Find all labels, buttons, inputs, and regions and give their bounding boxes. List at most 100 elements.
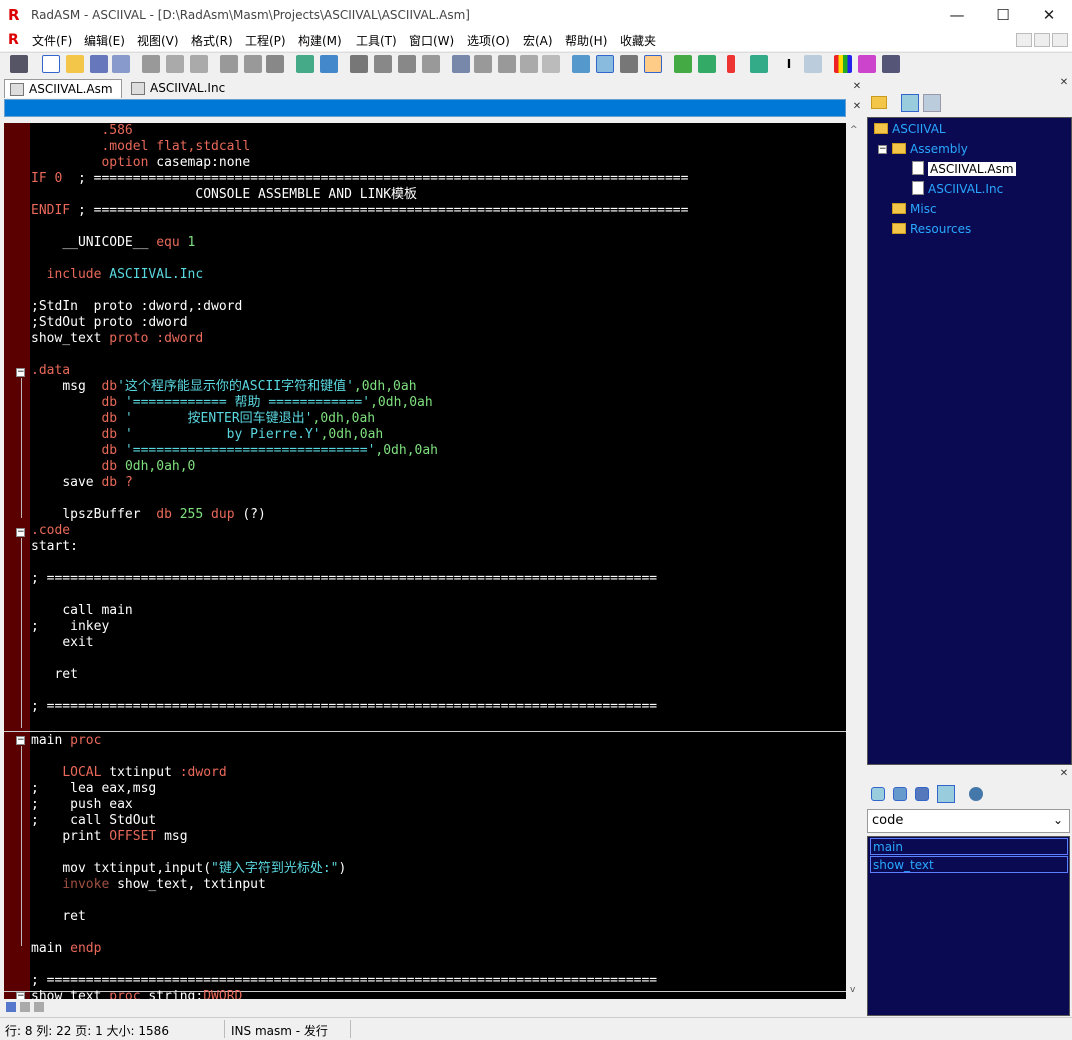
cut-icon[interactable]	[142, 55, 160, 73]
go-icon[interactable]	[727, 55, 735, 73]
text-cursor-icon[interactable]: I	[780, 55, 798, 73]
replace-icon[interactable]	[320, 55, 338, 73]
project-view-icon[interactable]	[923, 94, 941, 112]
open-file-icon[interactable]	[66, 55, 84, 73]
menu-macro[interactable]: 宏(A)	[523, 32, 553, 49]
menu-view[interactable]: 视图(V)	[137, 32, 179, 49]
menu-help[interactable]: 帮助(H)	[565, 32, 607, 49]
code-token: main	[31, 733, 63, 748]
properties-list[interactable]: main show_text	[867, 836, 1070, 1016]
color-picker-icon[interactable]	[858, 55, 876, 73]
tree-root[interactable]: ASCIIVAL	[874, 121, 946, 137]
code-token: db	[101, 443, 118, 458]
menu-format[interactable]: 格式(R)	[191, 32, 233, 49]
comment-icon[interactable]	[498, 55, 516, 73]
color-palette-icon[interactable]	[834, 55, 852, 73]
mdi-close-button[interactable]	[1052, 33, 1068, 47]
properties-view-icon[interactable]	[937, 785, 955, 803]
find-icon[interactable]	[296, 55, 314, 73]
toolbox-icon[interactable]	[620, 55, 638, 73]
properties-view-icon[interactable]	[871, 787, 885, 801]
code-text[interactable]: .586 .model flat,stdcall option casemap:…	[31, 123, 846, 999]
view-mode-icon[interactable]	[6, 1002, 16, 1012]
indent-icon[interactable]	[452, 55, 470, 73]
preview-icon[interactable]	[882, 55, 900, 73]
open-folder-icon[interactable]	[871, 96, 887, 109]
save-all-icon[interactable]	[112, 55, 130, 73]
menu-build[interactable]: 构建(M)	[298, 32, 342, 49]
bookmark-toggle-icon[interactable]	[350, 55, 368, 73]
code-editor[interactable]: − − − − .586 .model flat,stdcall option …	[4, 123, 846, 999]
tree-resources[interactable]: Resources	[892, 221, 971, 237]
clipboard-icon[interactable]	[804, 55, 822, 73]
menu-project[interactable]: 工程(P)	[245, 32, 286, 49]
view-mode-icon[interactable]	[34, 1002, 44, 1012]
tree-file-inc[interactable]: ASCIIVAL.Inc	[912, 181, 1003, 197]
code-token: '=============================='	[124, 443, 376, 458]
properties-type-select[interactable]: code ⌄	[867, 809, 1070, 833]
minimize-button[interactable]: —	[934, 0, 980, 30]
line-gutter[interactable]	[4, 123, 30, 999]
fold-toggle-icon[interactable]: −	[16, 528, 25, 537]
menu-tools[interactable]: 工具(T)	[356, 32, 397, 49]
toggle-project-icon[interactable]	[572, 55, 590, 73]
paste-icon[interactable]	[190, 55, 208, 73]
findbar-close-icon[interactable]: ✕	[852, 102, 862, 112]
tab-asciival-inc[interactable]: ASCIIVAL.Inc	[126, 79, 232, 98]
undo-icon[interactable]	[220, 55, 238, 73]
mdi-restore-button[interactable]	[1034, 33, 1050, 47]
properties-icon[interactable]	[644, 55, 662, 73]
close-button[interactable]: ✕	[1026, 0, 1072, 30]
toggle-output-icon[interactable]	[596, 55, 614, 73]
tab-close-icon[interactable]: ✕	[852, 82, 862, 92]
menu-window[interactable]: 窗口(W)	[409, 32, 454, 49]
properties-view-icon[interactable]	[915, 787, 929, 801]
fold-toggle-icon[interactable]: −	[16, 368, 25, 377]
code-token: ; lea eax,msg	[31, 781, 157, 796]
menu-favorites[interactable]: 收藏夹	[620, 32, 656, 49]
mdi-minimize-button[interactable]	[1016, 33, 1032, 47]
scroll-up-icon[interactable]: ^	[850, 125, 858, 135]
mdi-app-icon[interactable]: R	[8, 32, 19, 48]
copy-icon[interactable]	[166, 55, 184, 73]
scroll-down-icon[interactable]: v	[850, 985, 855, 995]
assemble-icon[interactable]	[674, 55, 692, 73]
fold-toggle-icon[interactable]: −	[16, 992, 25, 999]
save-icon[interactable]	[90, 55, 108, 73]
tree-file-asm[interactable]: ASCIIVAL.Asm	[912, 161, 1016, 177]
properties-view-icon[interactable]	[893, 787, 907, 801]
code-token: ret	[62, 909, 86, 924]
list-item[interactable]: main	[870, 838, 1068, 855]
file-view-icon[interactable]	[901, 94, 919, 112]
panel-close-icon[interactable]: ✕	[1059, 78, 1069, 88]
bookmark-next-icon[interactable]	[374, 55, 392, 73]
tab-asciival-asm[interactable]: ASCIIVAL.Asm	[4, 79, 122, 98]
menu-file[interactable]: 文件(F)	[32, 32, 72, 49]
delete-icon[interactable]	[266, 55, 284, 73]
view-mode-icon[interactable]	[20, 1002, 30, 1012]
maximize-button[interactable]: ☐	[980, 0, 1026, 30]
code-token: ; ======================================…	[77, 171, 689, 186]
run-icon[interactable]	[750, 55, 768, 73]
tree-collapse-icon[interactable]: −	[878, 145, 887, 154]
build-icon[interactable]	[698, 55, 716, 73]
uncomment-icon[interactable]	[520, 55, 538, 73]
fold-toggle-icon[interactable]: −	[16, 736, 25, 745]
refresh-icon[interactable]	[969, 787, 983, 801]
new-file-icon[interactable]	[42, 55, 60, 73]
menu-edit[interactable]: 编辑(E)	[84, 32, 125, 49]
project-tree[interactable]: ASCIIVAL − Assembly ASCIIVAL.Asm ASCIIVA…	[867, 117, 1072, 765]
list-item[interactable]: show_text	[870, 856, 1068, 873]
outdent-icon[interactable]	[474, 55, 492, 73]
menu-options[interactable]: 选项(O)	[467, 32, 510, 49]
tree-misc[interactable]: Misc	[892, 201, 937, 217]
find-bar[interactable]	[4, 99, 846, 117]
editor-scrollbar[interactable]: ^ v	[848, 123, 862, 999]
tree-assembly[interactable]: Assembly	[892, 141, 968, 157]
redo-icon[interactable]	[244, 55, 262, 73]
panel-close-icon[interactable]: ✕	[1059, 769, 1069, 779]
bookmark-prev-icon[interactable]	[398, 55, 416, 73]
print-icon[interactable]	[10, 55, 28, 73]
bookmark-clear-icon[interactable]	[422, 55, 440, 73]
convert-case-icon[interactable]	[542, 55, 560, 73]
